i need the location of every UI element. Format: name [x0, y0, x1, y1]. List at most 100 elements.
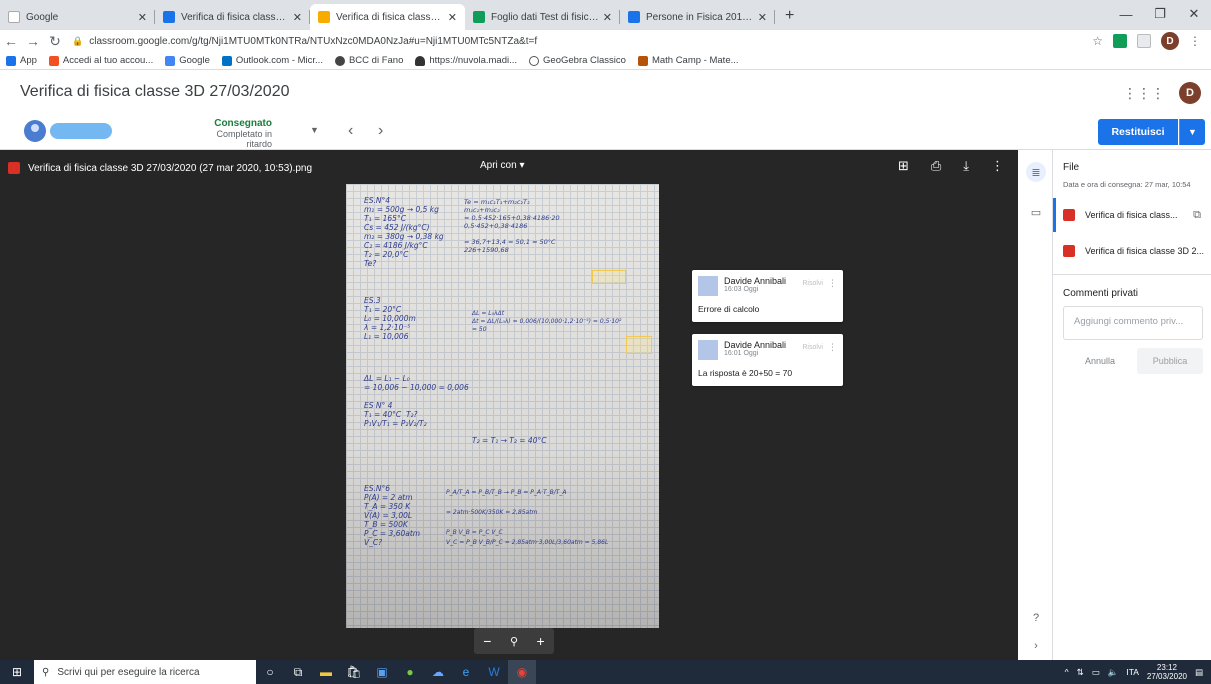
chevron-up-icon[interactable]: ^ — [1065, 667, 1069, 677]
classroom-favicon-icon — [628, 11, 640, 23]
app-icon[interactable]: ● — [396, 660, 424, 684]
bookmark[interactable]: GeoGebra Classico — [529, 55, 626, 66]
close-tab-icon[interactable]: ✕ — [448, 11, 457, 24]
edge-icon[interactable]: e — [452, 660, 480, 684]
geogebra-icon — [529, 55, 540, 66]
zoom-out-button[interactable]: − — [483, 633, 491, 649]
return-dropdown-button[interactable]: ▼ — [1179, 119, 1205, 145]
back-icon[interactable]: ← — [0, 33, 22, 49]
maximize-icon[interactable]: ❐ — [1143, 0, 1177, 28]
bookmark[interactable]: Accedi al tuo accou... — [48, 55, 153, 66]
zoom-icon: ⚲ — [509, 635, 519, 648]
submission-status[interactable]: Consegnato Completato in ritardo — [200, 118, 272, 149]
bookmark[interactable]: Google — [165, 55, 210, 66]
browser-tab[interactable]: Persone in Fisica 2019-2020 3D✕ — [620, 4, 775, 30]
windows-start-icon[interactable]: ⊞ — [0, 660, 34, 684]
forward-icon[interactable]: → — [22, 33, 44, 49]
comment-card[interactable]: Davide Annibali 16:01 Oggi Risolvi ⋮ La r… — [692, 334, 843, 386]
task-view-icon[interactable]: ⧉ — [284, 660, 312, 684]
side-rail: ≣ ▭ ? › — [1018, 150, 1053, 660]
handwriting: ES.3 T₁ = 20°C L₀ = 10,000m λ = 1,2·10⁻⁵… — [364, 296, 416, 341]
comment-menu-icon[interactable]: ⋮ — [828, 342, 837, 353]
comment-card[interactable]: Davide Annibali 16:03 Oggi Risolvi ⋮ Erro… — [692, 270, 843, 322]
star-icon[interactable]: ☆ — [1092, 34, 1103, 48]
google-icon — [165, 55, 176, 66]
new-tab-button[interactable]: + — [775, 4, 804, 30]
handwriting: P_A/T_A = P_B/T_B → P_B = P_A·T_B/T_A = … — [446, 489, 609, 546]
close-window-icon[interactable]: ✕ — [1177, 0, 1211, 28]
clock[interactable]: 23:12 27/03/2020 — [1147, 663, 1187, 681]
open-with-button[interactable]: Apri con ▾ — [480, 160, 525, 171]
file-item[interactable]: Verifica di fisica classe 3D 2... — [1053, 234, 1211, 268]
cortana-icon[interactable]: ○ — [256, 660, 284, 684]
browser-tab[interactable]: Foglio dati Test di fisica 3D 27/0:✕ — [465, 4, 620, 30]
add-comment-icon[interactable]: ⊞ — [898, 158, 909, 174]
page-title: Verifica di fisica classe 3D 27/03/2020 — [20, 83, 290, 100]
delivery-date: Data e ora di consegna: 27 mar, 10:54 — [1063, 180, 1191, 189]
apps-grid-icon[interactable]: ⋮⋮⋮ — [1123, 85, 1165, 102]
store-icon[interactable]: 🛍 — [340, 660, 368, 684]
zoom-in-button[interactable]: + — [537, 633, 545, 649]
print-icon[interactable]: ⎙ — [931, 158, 941, 174]
close-tab-icon[interactable]: ✕ — [758, 11, 767, 24]
file-explorer-icon[interactable]: ▬ — [312, 660, 340, 684]
homework-image[interactable]: ES.N°4 m₁ = 500g → 0,5 kg T₁ = 165°C Cs … — [346, 184, 659, 628]
bookmark-apps[interactable]: App — [6, 55, 37, 66]
publish-button[interactable]: Pubblica — [1137, 348, 1203, 374]
comments-panel-icon[interactable]: ▭ — [1026, 202, 1046, 222]
extension-icon[interactable] — [1137, 34, 1151, 48]
student-bar: Consegnato Completato in ritardo ▼ ‹ › R… — [0, 114, 1211, 150]
system-tray: ^ ⇅ ▭ 🔈 ITA 23:12 27/03/2020 ▤ — [1065, 660, 1203, 684]
comment-highlight[interactable] — [626, 336, 652, 354]
bookmark[interactable]: https://nuvola.madi... — [415, 55, 517, 66]
chevron-down-icon[interactable]: ▼ — [310, 125, 319, 135]
bookmark[interactable]: BCC di Fano — [334, 55, 403, 66]
minimize-icon[interactable]: — — [1109, 0, 1143, 28]
browser-tab-bar: Google✕ Verifica di fisica classe 3D 27/… — [0, 0, 1211, 30]
network-icon[interactable]: ⇅ — [1077, 667, 1084, 678]
notifications-icon[interactable]: ▤ — [1195, 667, 1203, 678]
help-icon[interactable]: ? — [1026, 608, 1046, 628]
open-external-icon[interactable]: ⧉ — [1193, 209, 1201, 222]
close-tab-icon[interactable]: ✕ — [138, 11, 147, 24]
comment-highlight[interactable] — [592, 270, 626, 284]
close-tab-icon[interactable]: ✕ — [293, 11, 302, 24]
private-comment-input[interactable]: Aggiungi commento priv... — [1063, 306, 1203, 340]
app-icon[interactable]: ☁ — [424, 660, 452, 684]
side-panel: File Data e ora di consegna: 27 mar, 10:… — [1053, 150, 1211, 660]
previous-student-icon[interactable]: ‹ — [348, 122, 353, 140]
reload-icon[interactable]: ↻ — [44, 33, 66, 50]
browser-tab[interactable]: Verifica di fisica classe 3D 27/03/✕ — [155, 4, 310, 30]
battery-icon[interactable]: ▭ — [1092, 667, 1100, 678]
handwriting: ES.N°6 P(A) = 2 atm T_A = 350 K V(A) = 3… — [364, 484, 421, 547]
return-button[interactable]: Restituisci — [1098, 119, 1178, 145]
close-tab-icon[interactable]: ✕ — [603, 11, 612, 24]
classroom-favicon-icon — [163, 11, 175, 23]
chrome-icon[interactable]: ◉ — [508, 660, 536, 684]
file-item-selected[interactable]: Verifica di fisica class... ⧉ — [1053, 198, 1211, 232]
taskbar-search[interactable]: ⚲ Scrivi qui per eseguire la ricerca — [34, 660, 256, 684]
cancel-button[interactable]: Annulla — [1085, 356, 1115, 366]
browser-tab[interactable]: Google ✕ — [0, 4, 155, 30]
volume-icon[interactable]: 🔈 — [1108, 667, 1119, 678]
handwriting: T₂ = T₁ → T₂ = 40°C — [472, 436, 547, 445]
profile-avatar[interactable]: D — [1161, 32, 1179, 50]
extension-icon[interactable] — [1113, 34, 1127, 48]
menu-icon[interactable]: ⋮ — [1189, 34, 1201, 48]
resolve-button[interactable]: Risolvi — [802, 344, 823, 351]
bookmark[interactable]: Outlook.com - Micr... — [221, 55, 323, 66]
files-panel-icon[interactable]: ≣ — [1026, 162, 1046, 182]
app-icon[interactable]: ▣ — [368, 660, 396, 684]
more-options-icon[interactable]: ⋮ — [991, 158, 1004, 174]
next-student-icon[interactable]: › — [378, 122, 383, 140]
url-field[interactable]: 🔒 classroom.google.com/g/tg/Nji1MTU0MTk0N… — [72, 36, 1092, 47]
language-indicator[interactable]: ITA — [1126, 667, 1139, 677]
account-avatar[interactable]: D — [1179, 82, 1201, 104]
word-icon[interactable]: W — [480, 660, 508, 684]
resolve-button[interactable]: Risolvi — [802, 280, 823, 287]
download-icon[interactable]: ⤓ — [963, 158, 969, 174]
browser-tab-active[interactable]: Verifica di fisica classe 3D 27/03/✕ — [310, 4, 465, 30]
chevron-right-icon[interactable]: › — [1026, 636, 1046, 656]
comment-menu-icon[interactable]: ⋮ — [828, 278, 837, 289]
bookmark[interactable]: Math Camp - Mate... — [637, 55, 739, 66]
